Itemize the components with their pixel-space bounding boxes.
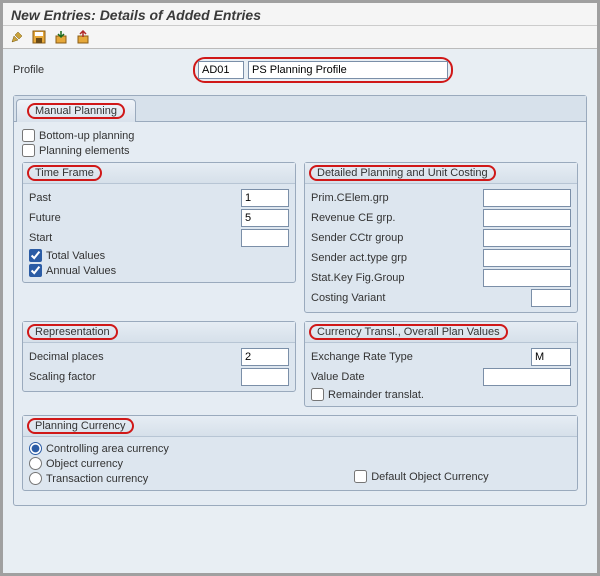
time-frame-title: Time Frame bbox=[35, 167, 94, 179]
tab-strip: Manual Planning bbox=[14, 96, 586, 122]
decimal-places-input[interactable] bbox=[241, 348, 289, 366]
representation-title: Representation bbox=[35, 326, 110, 338]
bottom-up-checkbox[interactable] bbox=[22, 129, 35, 142]
statkey-input[interactable] bbox=[483, 269, 571, 287]
planning-currency-title: Planning Currency bbox=[35, 420, 126, 432]
page-title-text: New Entries: Details of Added Entries bbox=[11, 7, 261, 23]
sender-act-label: Sender act.type grp bbox=[311, 252, 483, 264]
tool-export-icon[interactable] bbox=[75, 29, 91, 45]
planning-elements-checkbox[interactable] bbox=[22, 144, 35, 157]
representation-highlight: Representation bbox=[27, 324, 118, 340]
start-label: Start bbox=[29, 232, 241, 244]
planning-currency-highlight: Planning Currency bbox=[27, 418, 134, 434]
sender-cctr-label: Sender CCtr group bbox=[311, 232, 483, 244]
columns-1: Time Frame Past Future bbox=[22, 162, 578, 321]
profile-name-input[interactable] bbox=[248, 61, 448, 79]
currency-transl-title: Currency Transl., Overall Plan Values bbox=[317, 326, 500, 338]
tool-save-icon[interactable] bbox=[31, 29, 47, 45]
bottom-up-row: Bottom-up planning bbox=[22, 128, 578, 143]
group-time-frame: Time Frame Past Future bbox=[22, 162, 296, 283]
remainder-translat-checkbox[interactable] bbox=[311, 388, 324, 401]
tab-manual-planning[interactable]: Manual Planning bbox=[16, 99, 136, 122]
default-object-checkbox[interactable] bbox=[354, 470, 367, 483]
tool-import-icon[interactable] bbox=[53, 29, 69, 45]
default-object-label: Default Object Currency bbox=[371, 471, 488, 483]
sender-act-input[interactable] bbox=[483, 249, 571, 267]
past-label: Past bbox=[29, 192, 241, 204]
annual-values-label: Annual Values bbox=[46, 265, 116, 277]
planning-elements-row: Planning elements bbox=[22, 143, 578, 158]
annual-values-checkbox[interactable] bbox=[29, 264, 42, 277]
tab-manual-planning-label: Manual Planning bbox=[35, 105, 117, 117]
content-area: Profile Manual Planning Bottom-up planni… bbox=[3, 49, 597, 514]
detailed-highlight: Detailed Planning and Unit Costing bbox=[309, 165, 496, 181]
future-label: Future bbox=[29, 212, 241, 224]
value-date-label: Value Date bbox=[311, 371, 483, 383]
group-representation: Representation Decimal places Scaling fa… bbox=[22, 321, 296, 392]
detailed-title: Detailed Planning and Unit Costing bbox=[317, 167, 488, 179]
revenue-ce-input[interactable] bbox=[483, 209, 571, 227]
columns-2: Representation Decimal places Scaling fa… bbox=[22, 321, 578, 415]
main-panel: Manual Planning Bottom-up planning Plann… bbox=[13, 95, 587, 506]
total-values-checkbox[interactable] bbox=[29, 249, 42, 262]
exchange-rate-input[interactable] bbox=[531, 348, 571, 366]
group-detailed-planning: Detailed Planning and Unit Costing Prim.… bbox=[304, 162, 578, 313]
page-title: New Entries: Details of Added Entries bbox=[3, 3, 597, 26]
transaction-currency-radio[interactable] bbox=[29, 472, 42, 485]
tab-body: Bottom-up planning Planning elements Tim… bbox=[14, 122, 586, 505]
object-currency-radio[interactable] bbox=[29, 457, 42, 470]
past-input[interactable] bbox=[241, 189, 289, 207]
toolbar bbox=[3, 26, 597, 49]
scaling-factor-label: Scaling factor bbox=[29, 371, 241, 383]
group-planning-currency: Planning Currency Controlling area curre… bbox=[22, 415, 578, 491]
value-date-input[interactable] bbox=[483, 368, 571, 386]
sender-cctr-input[interactable] bbox=[483, 229, 571, 247]
tab-manual-planning-highlight: Manual Planning bbox=[27, 103, 125, 119]
remainder-translat-label: Remainder translat. bbox=[328, 389, 424, 401]
statkey-label: Stat.Key Fig.Group bbox=[311, 272, 483, 284]
start-input[interactable] bbox=[241, 229, 289, 247]
time-frame-highlight: Time Frame bbox=[27, 165, 102, 181]
controlling-area-radio[interactable] bbox=[29, 442, 42, 455]
col-right-1: Detailed Planning and Unit Costing Prim.… bbox=[304, 162, 578, 321]
prim-celem-input[interactable] bbox=[483, 189, 571, 207]
total-values-label: Total Values bbox=[46, 250, 105, 262]
tool-change-icon[interactable] bbox=[9, 29, 25, 45]
profile-label: Profile bbox=[13, 64, 183, 76]
revenue-ce-label: Revenue CE grp. bbox=[311, 212, 483, 224]
dialog-window: New Entries: Details of Added Entries Pr… bbox=[0, 0, 600, 576]
col-right-2: Currency Transl., Overall Plan Values Ex… bbox=[304, 321, 578, 415]
profile-row: Profile bbox=[13, 57, 587, 83]
transaction-currency-label: Transaction currency bbox=[46, 473, 148, 485]
object-currency-label: Object currency bbox=[46, 458, 123, 470]
col-left-2: Representation Decimal places Scaling fa… bbox=[22, 321, 296, 415]
scaling-factor-input[interactable] bbox=[241, 368, 289, 386]
costing-variant-label: Costing Variant bbox=[311, 292, 531, 304]
currency-transl-highlight: Currency Transl., Overall Plan Values bbox=[309, 324, 508, 340]
profile-highlight bbox=[193, 57, 453, 83]
col-left-1: Time Frame Past Future bbox=[22, 162, 296, 321]
group-currency-transl: Currency Transl., Overall Plan Values Ex… bbox=[304, 321, 578, 407]
controlling-area-label: Controlling area currency bbox=[46, 443, 169, 455]
bottom-up-label: Bottom-up planning bbox=[39, 130, 134, 142]
profile-code-input[interactable] bbox=[198, 61, 244, 79]
decimal-places-label: Decimal places bbox=[29, 351, 241, 363]
future-input[interactable] bbox=[241, 209, 289, 227]
exchange-rate-label: Exchange Rate Type bbox=[311, 351, 531, 363]
costing-variant-input[interactable] bbox=[531, 289, 571, 307]
prim-celem-label: Prim.CElem.grp bbox=[311, 192, 483, 204]
planning-elements-label: Planning elements bbox=[39, 145, 130, 157]
